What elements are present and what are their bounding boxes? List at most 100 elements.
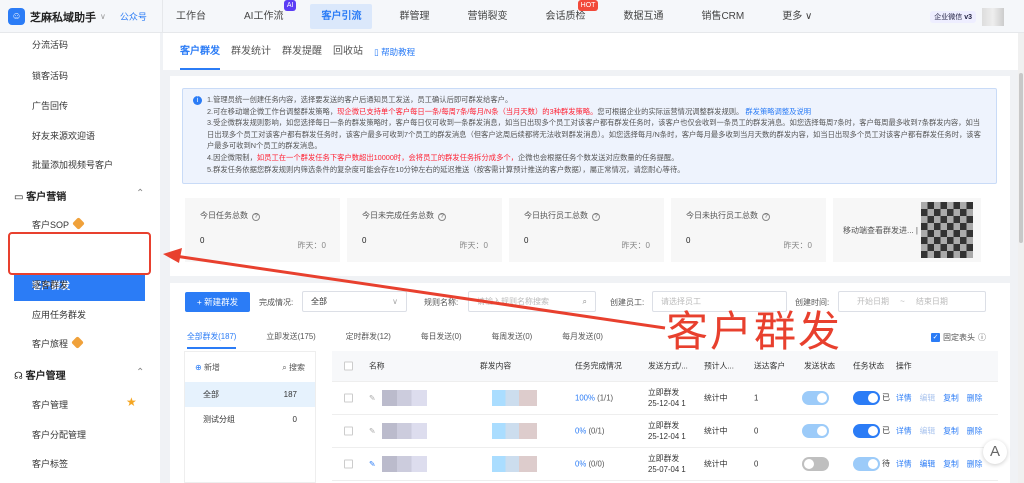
tab-mass-send[interactable]: 客户群发 <box>180 33 220 70</box>
row-checkbox[interactable] <box>344 426 353 436</box>
sidebar-item[interactable]: 锁客活码 <box>32 69 68 82</box>
sidebar-item[interactable]: 分流活码 <box>32 38 68 51</box>
filter-tab[interactable]: 每月发送(0) <box>562 331 603 349</box>
plus-circle-icon: ⊕ <box>195 362 202 372</box>
action-link[interactable]: 删除 <box>967 460 983 469</box>
fixed-header-toggle[interactable]: ✓ 固定表头 ⓘ <box>931 332 986 343</box>
nav-item[interactable]: 客户引流 <box>310 4 373 29</box>
completion-percent[interactable]: 0% <box>575 427 586 436</box>
account-type-link[interactable]: 公众号 <box>120 10 147 23</box>
action-link[interactable]: 复制 <box>943 394 959 403</box>
row-checkbox[interactable] <box>344 393 353 403</box>
main-nav: 工作台 AI工作流 AI 客户引流 群管理 营销裂变 会话质检 HOT 数据互通 销售CRM 更多 … <box>165 0 839 33</box>
edit-icon[interactable]: ✎ <box>369 394 376 403</box>
action-link[interactable]: 复制 <box>943 460 959 469</box>
nav-item[interactable]: AI工作流 AI <box>233 0 297 29</box>
date-range-picker[interactable]: 开始日期 ~ 结束日期 <box>838 291 986 312</box>
help-link[interactable]: ▯ 帮助教程 <box>374 46 415 58</box>
tab-recycle[interactable]: 回收站 <box>333 33 363 70</box>
action-link[interactable]: 复制 <box>943 427 959 436</box>
sidebar-item[interactable]: 客户分配管理 <box>32 428 86 441</box>
filter-tab[interactable]: 全部群发(187) <box>187 331 237 349</box>
sidebar-item[interactable]: 批量添加视频号客户 <box>32 158 113 171</box>
send-status-toggle[interactable] <box>802 391 829 405</box>
action-link[interactable]: 编辑 <box>920 460 936 469</box>
brand-name: 芝麻私域助手 <box>30 11 96 24</box>
tab-stats[interactable]: 群发统计 <box>231 33 271 70</box>
nav-badge: AI <box>283 0 297 11</box>
completion-ratio: (0/0) <box>588 459 605 469</box>
filter-tab[interactable]: 立即发送(175) <box>266 331 315 349</box>
filter-tab[interactable]: 每日发送(0) <box>421 331 462 349</box>
completion-percent[interactable]: 100% <box>575 394 595 403</box>
stat-cards: 今日任务总数? 0 昨天：0 今日未完成任务总数? 0 昨天：0 今日执行员工总数? 0 昨天：… <box>185 198 981 262</box>
task-status-toggle[interactable] <box>853 457 880 471</box>
send-status-toggle[interactable] <box>802 457 829 471</box>
task-status-text: 已 <box>882 426 890 436</box>
sidebar-item[interactable]: 广告回传 <box>32 99 68 112</box>
tab-reminder[interactable]: 群发提醒 <box>282 33 322 70</box>
edit-icon[interactable]: ✎ <box>369 460 376 469</box>
nav-item[interactable]: 会话质检 HOT <box>534 0 599 29</box>
sidebar-item-sop[interactable]: 客户SOP <box>32 217 85 231</box>
task-status-toggle[interactable] <box>853 391 880 405</box>
edit-icon[interactable]: ✎ <box>369 427 376 436</box>
sidebar-item[interactable]: 客户管理 ★ <box>32 395 152 411</box>
action-link[interactable]: 删除 <box>967 394 983 403</box>
stat-card: 今日任务总数? 0 昨天：0 <box>185 198 340 262</box>
action-link[interactable]: 编辑 <box>920 394 936 403</box>
action-link[interactable]: 编辑 <box>920 427 936 436</box>
star-icon[interactable]: ★ <box>126 395 137 409</box>
nav-item[interactable]: 工作台 <box>165 4 217 29</box>
search-icon: ⌕ <box>582 297 587 306</box>
strategy-link[interactable]: 群发策略调整及说明 <box>745 107 811 116</box>
task-status-toggle[interactable] <box>853 424 880 438</box>
checkbox[interactable]: ✓ <box>931 333 940 342</box>
column-header: 发送方式/... <box>648 361 688 371</box>
nav-item[interactable]: 营销裂变 <box>456 4 518 29</box>
action-link[interactable]: 详情 <box>896 460 912 469</box>
action-link[interactable]: 详情 <box>896 427 912 436</box>
sidebar-item[interactable]: 客户标签 <box>32 457 68 470</box>
action-link[interactable]: 详情 <box>896 394 912 403</box>
avatar[interactable] <box>982 8 1004 26</box>
row-checkbox[interactable] <box>344 459 353 469</box>
scrollbar[interactable] <box>1018 33 1024 483</box>
filter-tab[interactable]: 每周发送(0) <box>492 331 533 349</box>
send-status-toggle[interactable] <box>802 424 829 438</box>
delivered-count: 1 <box>754 393 759 403</box>
send-method: 立即群发 25-07-04 1 <box>648 454 686 474</box>
select-all-checkbox[interactable] <box>344 361 353 371</box>
filter-tab[interactable]: 定时群发(12) <box>346 331 391 349</box>
status-select[interactable]: 全部 ∨ <box>302 291 407 312</box>
group-item[interactable]: 全部 187 <box>185 382 315 407</box>
accessibility-button[interactable]: A <box>983 440 1007 464</box>
new-mass-send-button[interactable]: + 新建群发 <box>185 292 250 312</box>
nav-item[interactable]: 群管理 <box>388 4 440 29</box>
completion-percent[interactable]: 0% <box>575 460 586 469</box>
nav-item[interactable]: 更多 ∨ <box>771 4 823 29</box>
stat-card: 今日未执行员工总数? 0 昨天：0 <box>671 198 826 262</box>
row-actions: 详情 编辑 复制 删除 <box>896 393 990 404</box>
brand[interactable]: ☺ 芝麻私域助手 ∨ 公众号 <box>0 0 163 33</box>
task-status-text: 待 <box>882 459 890 469</box>
sidebar-item[interactable]: 逐客群发 <box>32 278 68 291</box>
sidebar-section-customers[interactable]: ☊ 客户管理 ⌃ <box>14 367 144 382</box>
completion-ratio: (0/1) <box>588 426 605 436</box>
help-icon: ? <box>252 213 260 221</box>
nav-item[interactable]: 数据互通 <box>612 4 674 29</box>
action-link[interactable]: 删除 <box>967 427 983 436</box>
group-search-button[interactable]: ⌕ 搜索 <box>282 362 305 373</box>
add-group-button[interactable]: ⊕ 新增 <box>195 362 220 373</box>
chevron-down-icon[interactable]: ∨ <box>100 12 106 21</box>
name-redacted <box>382 456 427 472</box>
nav-item[interactable]: 销售CRM <box>690 4 755 29</box>
rule-search-input[interactable]: 请输入规则名称搜索 ⌕ <box>468 291 596 312</box>
sidebar-item-journey[interactable]: 客户旅程 <box>32 336 84 350</box>
mobile-view-card[interactable]: 移动端查看群发进... | <box>833 198 981 262</box>
group-item[interactable]: 测试分组 0 <box>185 407 315 432</box>
sidebar-item[interactable]: 应用任务群发 <box>32 308 86 321</box>
sidebar-item[interactable]: 好友来源欢迎语 <box>32 129 95 142</box>
vip-icon <box>71 336 84 349</box>
sidebar-section-marketing[interactable]: ▭ 客户营销 ⌃ <box>14 188 144 203</box>
